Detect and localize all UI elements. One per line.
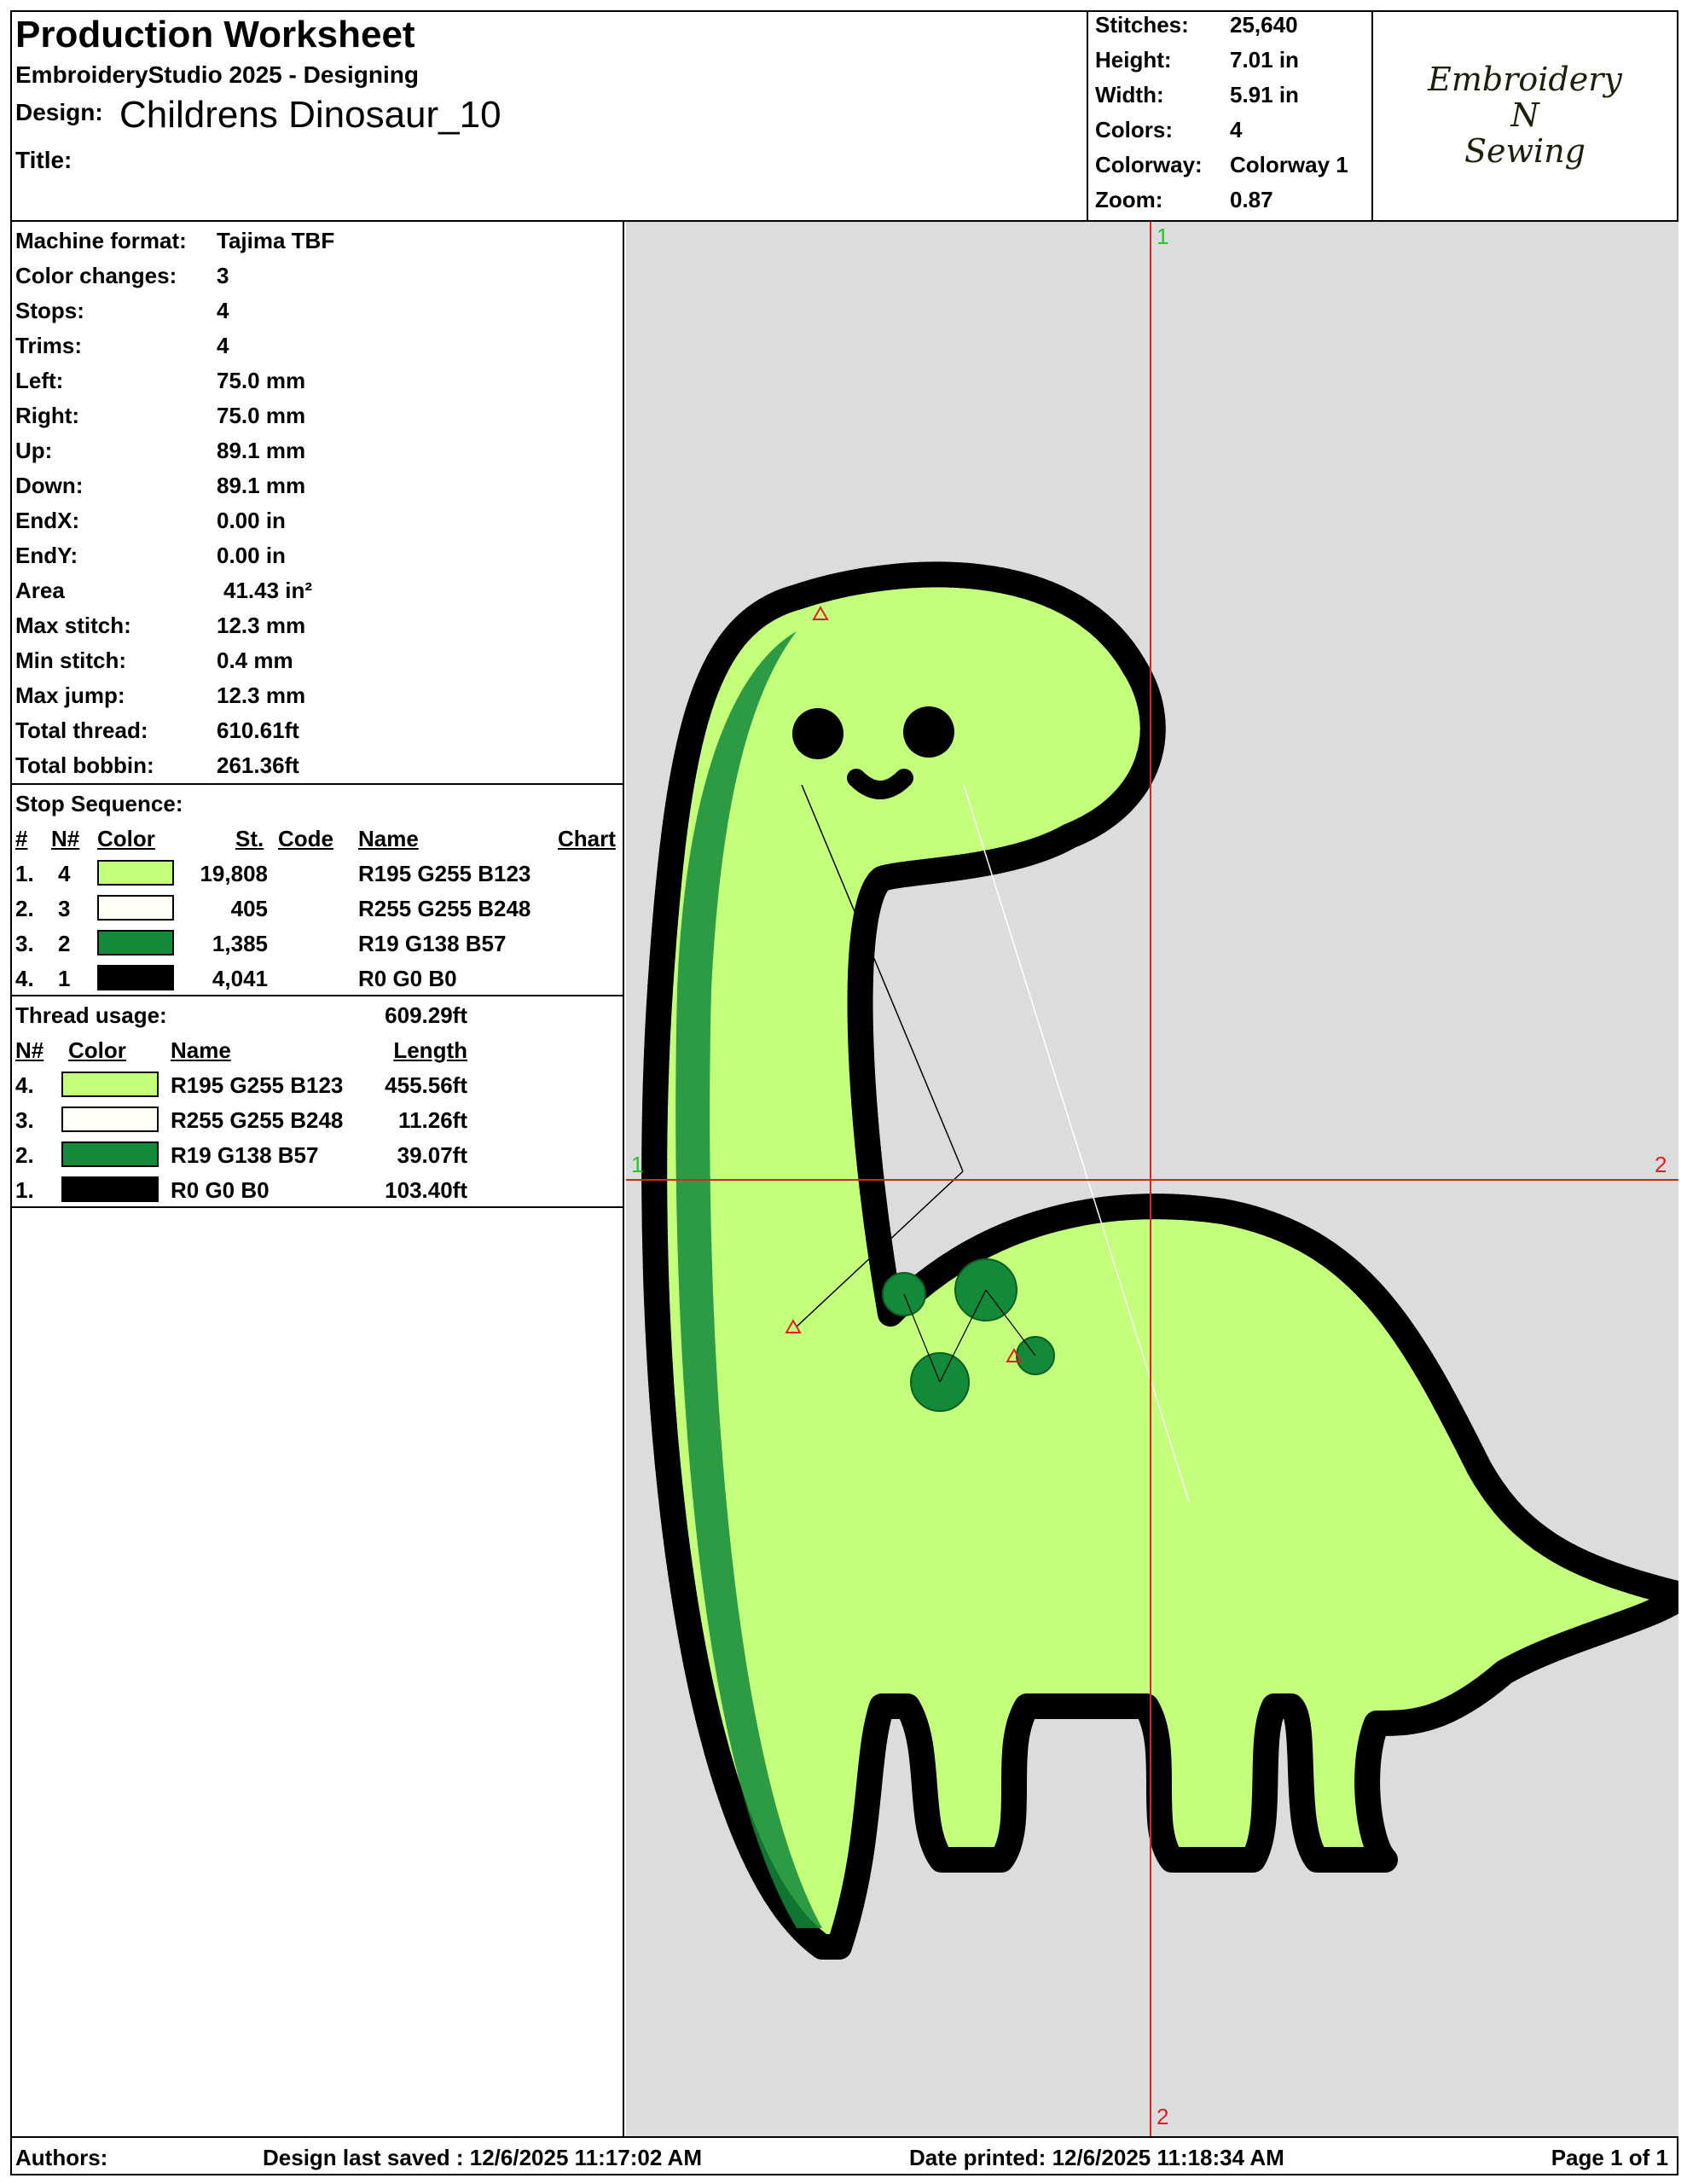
- color-swatch: [61, 1176, 159, 1202]
- page-number: Page 1 of 1: [1551, 2145, 1668, 2170]
- stat-zoom: Zoom: 0.87: [1095, 187, 1273, 212]
- stat-height: Height: 7.01 in: [1095, 47, 1299, 73]
- logo-line-1: Embroidery: [1428, 61, 1622, 98]
- thread-usage-section: Thread usage: 609.29ft N# Color Name Len…: [10, 996, 623, 1208]
- design-name: Childrens Dinosaur_10: [119, 94, 501, 136]
- info-row: Right: 75.0 mm: [15, 402, 306, 428]
- stop-sequence-section: Stop Sequence: # N# Color St. Code Name …: [10, 785, 623, 996]
- stop-sequence-title: Stop Sequence:: [15, 790, 183, 816]
- dinosaur-outline: [641, 561, 1678, 1960]
- info-row: Max jump: 12.3 mm: [15, 682, 306, 708]
- info-row: Total bobbin: 261.36ft: [15, 752, 299, 778]
- title-label: Title:: [15, 147, 72, 173]
- info-row: EndX: 0.00 in: [15, 507, 286, 533]
- stat-colorway: Colorway: Colorway 1: [1095, 152, 1348, 177]
- info-row: Total thread: 610.61ft: [15, 717, 299, 743]
- design-stats: Stitches: 25,640 Height: 7.01 in Width: 5.9…: [1087, 10, 1371, 220]
- dinosaur-design: [626, 222, 1678, 2136]
- color-swatch: [97, 895, 174, 921]
- stop-row: 4. 1 4,041 R0 G0 B0: [15, 965, 457, 991]
- color-swatch: [97, 965, 174, 990]
- color-swatch: [61, 1141, 159, 1167]
- machine-info-section: Machine format: Tajima TBF Color changes:…: [10, 222, 623, 785]
- design-preview-canvas[interactable]: 1 2 1 2: [626, 222, 1678, 2136]
- stat-colors: Colors: 4: [1095, 117, 1243, 142]
- info-row: Stops: 4: [15, 297, 229, 323]
- color-swatch: [61, 1072, 159, 1097]
- color-swatch: [97, 860, 174, 886]
- stop-sequence-header: # N# Color St. Code Name Chart: [15, 825, 616, 851]
- thread-row: 3. R255 G255 B248 11.26ft: [15, 1107, 467, 1133]
- info-row: Trims: 4: [15, 332, 229, 358]
- info-row: Min stitch: 0.4 mm: [15, 647, 293, 673]
- thread-usage-title: Thread usage: 609.29ft: [15, 1002, 467, 1028]
- color-swatch: [97, 930, 174, 956]
- stat-width: Width: 5.91 in: [1095, 82, 1299, 107]
- header-title-block: Production Worksheet EmbroideryStudio 20…: [10, 10, 1087, 220]
- info-row: Up: 89.1 mm: [15, 437, 306, 463]
- axis-label-right: 2: [1655, 1152, 1667, 1177]
- info-row: Color changes: 3: [15, 262, 229, 288]
- software-name: EmbroideryStudio 2025 - Designing: [15, 61, 419, 88]
- axis-label-left: 1: [631, 1152, 644, 1177]
- color-swatch: [61, 1107, 159, 1132]
- logo-line-2: N: [1510, 96, 1539, 134]
- axis-label-top: 1: [1157, 224, 1169, 249]
- thread-row: 4. R195 G255 B123 455.56ft: [15, 1072, 467, 1098]
- right-eye: [903, 706, 954, 758]
- info-row: Max stitch: 12.3 mm: [15, 612, 306, 638]
- left-eye: [792, 708, 844, 759]
- stop-row: 2. 3 405 R255 G255 B248: [15, 895, 531, 921]
- authors-label: Authors:: [15, 2145, 108, 2170]
- stop-row: 3. 2 1,385 R19 G138 B57: [15, 930, 507, 956]
- design-last-saved: Design last saved : 12/6/2025 11:17:02 A…: [263, 2145, 702, 2170]
- info-row: Area 41.43 in²: [15, 577, 313, 603]
- thread-row: 2. R19 G138 B57 39.07ft: [15, 1141, 467, 1168]
- design-info-panel: Machine format: Tajima TBF Color changes:…: [10, 222, 624, 2136]
- worksheet-header: Production Worksheet EmbroideryStudio 20…: [10, 10, 1678, 222]
- brand-logo: Embroidery N Sewing: [1371, 10, 1677, 220]
- info-row: EndY: 0.00 in: [15, 542, 286, 568]
- axis-label-bottom: 2: [1157, 2104, 1169, 2129]
- thread-row: 1. R0 G0 B0 103.40ft: [15, 1176, 467, 1203]
- logo-line-3: Sewing: [1464, 132, 1586, 170]
- info-row: Machine format: Tajima TBF: [15, 227, 335, 253]
- date-printed: Date printed: 12/6/2025 11:18:34 AM: [909, 2145, 1284, 2170]
- stat-stitches: Stitches: 25,640: [1095, 12, 1298, 38]
- info-row: Down: 89.1 mm: [15, 472, 306, 498]
- thread-usage-header: N# Color Name Length: [15, 1037, 467, 1063]
- page-title: Production Worksheet: [15, 14, 415, 55]
- info-row: Left: 75.0 mm: [15, 367, 306, 393]
- design-label: Design:: [15, 99, 103, 125]
- stop-row: 1. 4 19,808 R195 G255 B123: [15, 860, 531, 886]
- worksheet-footer: Authors: Design last saved : 12/6/2025 1…: [10, 2136, 1678, 2175]
